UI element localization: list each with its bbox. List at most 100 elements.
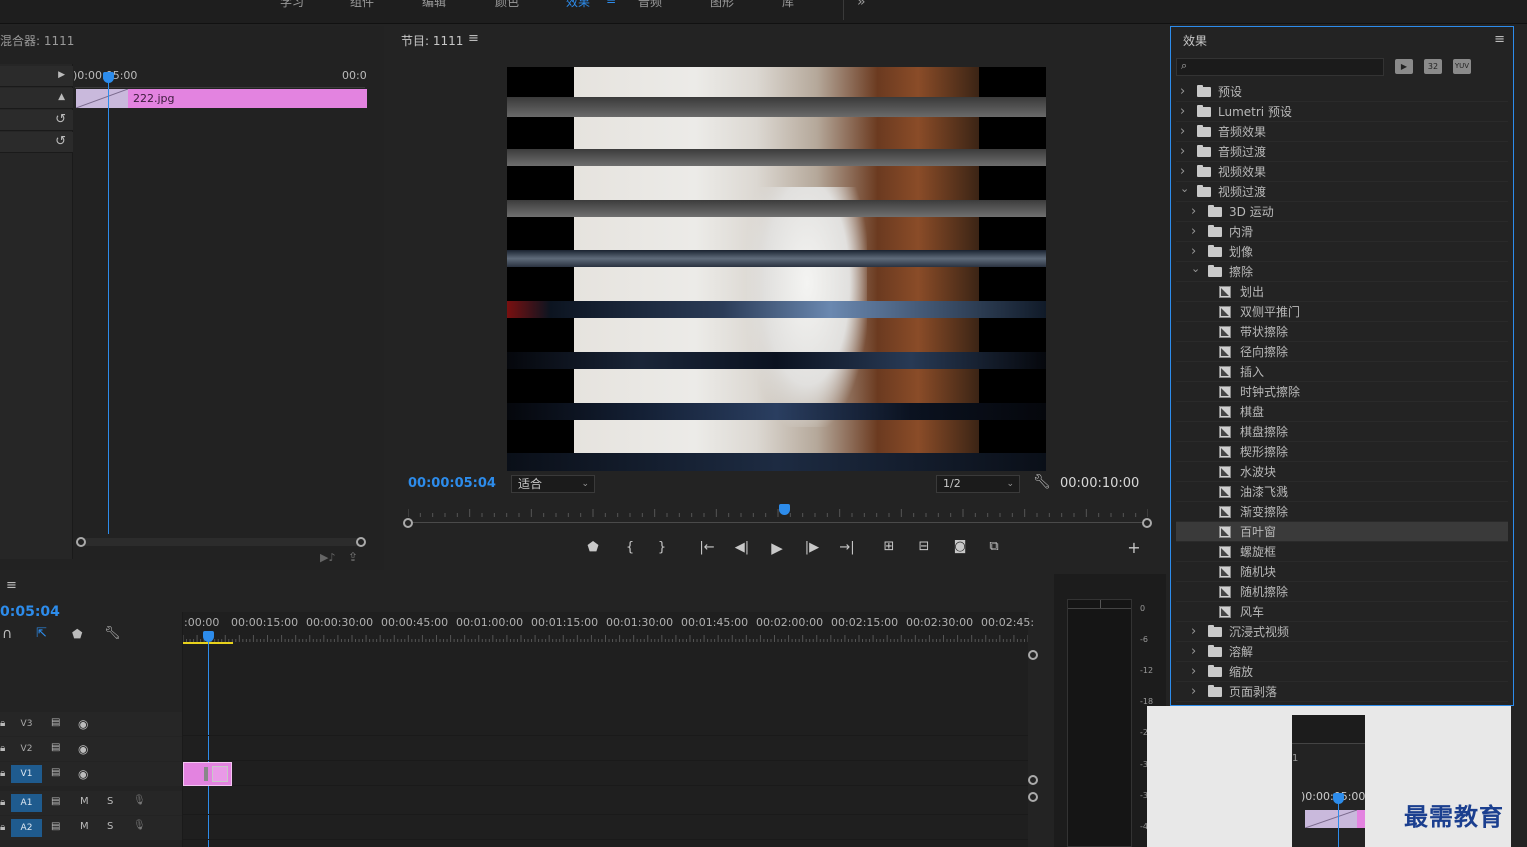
track-name-v2[interactable]: V2 xyxy=(11,740,42,758)
effect-folder-item[interactable]: › Lumetri 预设 xyxy=(1176,102,1508,122)
chevron-right-icon[interactable]: › xyxy=(1180,122,1185,142)
chevron-down-icon[interactable]: ⌄ xyxy=(1180,179,1189,199)
program-menu-icon[interactable]: ≡ xyxy=(468,31,479,46)
track-name-v1[interactable]: V1 xyxy=(11,765,42,783)
lift-icon[interactable]: ⊞ xyxy=(878,539,900,554)
effect-folder-item[interactable]: › 沉浸式视频 xyxy=(1176,622,1508,642)
effect-item[interactable]: 棋盘 xyxy=(1176,402,1508,422)
workspace-tab-audio[interactable]: 音频 xyxy=(638,0,662,10)
timeline-timecode[interactable]: 0:05:04 xyxy=(0,604,60,620)
chevron-down-icon[interactable]: ⌄ xyxy=(1191,259,1200,279)
effect-folder-item[interactable]: ⌄ 视频过渡 xyxy=(1176,182,1508,202)
effect-item[interactable]: 随机擦除 xyxy=(1176,582,1508,602)
effect-folder-item[interactable]: › 音频过渡 xyxy=(1176,142,1508,162)
sync-lock-icon[interactable]: ▤ xyxy=(51,796,60,807)
play-icon[interactable]: ▶ xyxy=(766,539,788,557)
resolution-dropdown[interactable]: 1/2 ⌄ xyxy=(936,475,1020,493)
reset-icon[interactable]: ↺ xyxy=(55,112,66,127)
mute-button[interactable]: M xyxy=(80,821,89,832)
eye-icon[interactable]: ◉ xyxy=(78,717,88,731)
workspace-tab-editing[interactable]: 编辑 xyxy=(422,0,446,10)
accelerated-effects-icon[interactable]: ▶ xyxy=(1395,59,1413,74)
effect-folder-item[interactable]: ⌄ 擦除 xyxy=(1176,262,1508,282)
vscroll-handle-top[interactable] xyxy=(1028,650,1038,660)
mixer-playhead[interactable] xyxy=(108,78,109,534)
effect-item[interactable]: 带状擦除 xyxy=(1176,322,1508,342)
effect-folder-item[interactable]: › 3D 运动 xyxy=(1176,202,1508,222)
chevron-right-icon[interactable]: › xyxy=(1191,662,1196,682)
linked-selection-icon[interactable]: ⇱ xyxy=(36,626,47,641)
add-marker-icon[interactable]: ⬟ xyxy=(72,627,82,641)
microphone-icon[interactable]: 🎙︎ xyxy=(133,820,146,831)
eye-icon[interactable]: ◉ xyxy=(78,767,88,781)
32bit-effects-icon[interactable]: 32 xyxy=(1424,59,1442,74)
timeline-clip-222-jpg[interactable] xyxy=(183,762,232,786)
export-icon[interactable]: ⇪ xyxy=(348,550,358,564)
eye-icon[interactable]: ◉ xyxy=(78,742,88,756)
workspace-tab-color[interactable]: 颜色 xyxy=(495,0,519,10)
solo-button[interactable]: S xyxy=(107,796,113,807)
program-current-time[interactable]: 00:00:05:04 xyxy=(408,476,496,491)
program-time-ruler[interactable] xyxy=(407,503,1149,517)
workspace-tab-graphics[interactable]: 图形 xyxy=(710,0,734,10)
lock-icon[interactable]: 🔒︎ xyxy=(0,768,5,779)
track-name-a2[interactable]: A2 xyxy=(11,819,42,837)
chevron-right-icon[interactable]: › xyxy=(1191,682,1196,702)
program-scrub-bar[interactable] xyxy=(408,522,1148,523)
chevron-right-icon[interactable]: › xyxy=(1191,642,1196,662)
effect-item[interactable]: 双侧平推门 xyxy=(1176,302,1508,322)
scrub-handle-right[interactable] xyxy=(1142,518,1152,528)
track-name-v3[interactable]: V3 xyxy=(11,715,42,733)
extract-icon[interactable]: ⊟ xyxy=(913,539,935,554)
zoom-handle-right[interactable] xyxy=(356,537,366,547)
timeline-menu-icon[interactable]: ≡ xyxy=(6,578,17,593)
effect-folder-item[interactable]: › 页面剥落 xyxy=(1176,682,1508,702)
add-button-icon[interactable]: + xyxy=(1123,538,1145,557)
effect-folder-item[interactable]: › 音频效果 xyxy=(1176,122,1508,142)
effect-item[interactable]: 棋盘擦除 xyxy=(1176,422,1508,442)
sync-lock-icon[interactable]: ▤ xyxy=(51,767,60,778)
clip-222-jpg[interactable]: 222.jpg xyxy=(128,89,367,108)
timeline-settings-icon[interactable]: 🔧︎ xyxy=(104,626,121,641)
effect-item[interactable]: 水波块 xyxy=(1176,462,1508,482)
program-playhead[interactable] xyxy=(779,504,790,515)
workspace-tab-learn[interactable]: 学习 xyxy=(280,0,304,10)
insert-icon[interactable]: ▶♪ xyxy=(320,551,335,564)
effect-item[interactable]: 插入 xyxy=(1176,362,1508,382)
reset-icon[interactable]: ↺ xyxy=(55,134,66,149)
sync-lock-icon[interactable]: ▤ xyxy=(51,742,60,753)
effect-item[interactable]: 渐变擦除 xyxy=(1176,502,1508,522)
add-marker-icon[interactable]: ⬟ xyxy=(582,540,604,555)
chevron-right-icon[interactable]: › xyxy=(1191,202,1196,222)
effect-folder-item[interactable]: › 内滑 xyxy=(1176,222,1508,242)
clip-transition[interactable] xyxy=(76,89,128,108)
effect-folder-item[interactable]: › 缩放 xyxy=(1176,662,1508,682)
lock-icon[interactable]: 🔒︎ xyxy=(0,718,5,729)
effects-menu-icon[interactable]: ≡ xyxy=(1494,32,1505,47)
workspace-overflow-button[interactable]: » xyxy=(857,0,866,10)
vscroll-handle-bottom[interactable] xyxy=(1028,775,1038,785)
yuv-effects-icon[interactable]: YUV xyxy=(1453,59,1471,74)
sync-lock-icon[interactable]: ▤ xyxy=(51,717,60,728)
mixer-zoom-scrollbar[interactable] xyxy=(76,537,366,547)
effect-folder-item[interactable]: › 划像 xyxy=(1176,242,1508,262)
effect-folder-item[interactable]: › 预设 xyxy=(1176,82,1508,102)
chevron-right-icon[interactable]: › xyxy=(1180,82,1185,102)
effect-folder-item[interactable]: › 视频效果 xyxy=(1176,162,1508,182)
transition-marker[interactable] xyxy=(204,767,208,781)
chevron-right-icon[interactable]: › xyxy=(1180,102,1185,122)
go-to-out-icon[interactable]: →| xyxy=(836,540,858,555)
timeline-ruler-ticks[interactable] xyxy=(182,631,1029,642)
comparison-view-icon[interactable]: ⧉ xyxy=(983,539,1005,554)
step-forward-icon[interactable]: |▶ xyxy=(801,540,823,555)
export-frame-icon[interactable]: ◙ xyxy=(949,539,971,554)
workspace-tab-effects[interactable]: 效果 xyxy=(566,0,590,10)
step-back-icon[interactable]: ◀| xyxy=(731,540,753,555)
effect-folder-item[interactable]: › 溶解 xyxy=(1176,642,1508,662)
effects-search-input[interactable]: ⌕ xyxy=(1176,58,1384,76)
effect-item[interactable]: 楔形擦除 xyxy=(1176,442,1508,462)
lock-icon[interactable]: 🔒︎ xyxy=(0,743,5,754)
program-video-frame[interactable] xyxy=(507,67,1046,471)
snap-icon[interactable]: ∩ xyxy=(2,626,12,642)
lock-icon[interactable]: 🔒︎ xyxy=(0,797,5,808)
